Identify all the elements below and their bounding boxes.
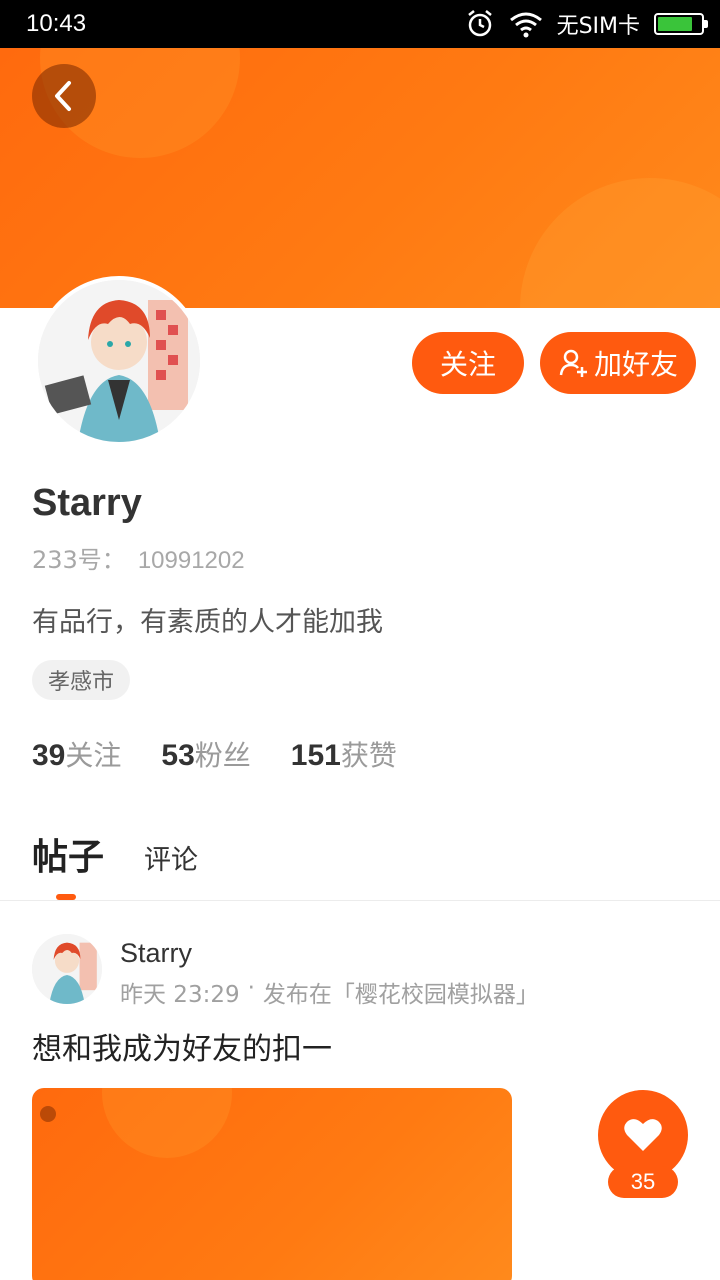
tab-posts[interactable]: 帖子: [32, 828, 105, 900]
post-image[interactable]: [32, 1088, 512, 1280]
tab-posts-label: 帖子: [32, 837, 105, 878]
add-user-icon: [559, 349, 587, 377]
heart-icon: [624, 1119, 662, 1151]
status-icons: 无SIM卡: [465, 8, 708, 40]
location-tag: 孝感市: [32, 660, 131, 700]
avatar[interactable]: [34, 276, 204, 446]
avatar-illustration: [38, 280, 200, 442]
post-text[interactable]: 想和我成为好友的扣一: [32, 1024, 332, 1068]
stat-fans[interactable]: 53 粉丝: [161, 734, 250, 774]
wifi-icon: [509, 12, 542, 38]
avatar-illustration: [32, 934, 102, 1004]
post-author-avatar[interactable]: [32, 934, 102, 1004]
add-friend-label: 加好友: [593, 348, 678, 381]
stat-following[interactable]: 39 关注: [32, 734, 121, 774]
battery-icon: [654, 13, 708, 35]
stat-number: 53: [161, 739, 195, 772]
stat-number: 39: [32, 739, 66, 772]
status-bar: 10:43 无SIM卡: [0, 0, 720, 48]
meta-separator: ·: [247, 975, 255, 1001]
post-community[interactable]: 发布在「樱花校园模拟器」: [263, 975, 539, 1009]
stat-number: 151: [290, 739, 341, 772]
stat-likes: 151 获赞: [291, 734, 397, 774]
chevron-left-icon: [55, 81, 71, 111]
profile-name: Starry: [32, 482, 142, 524]
follow-button[interactable]: 关注: [412, 332, 524, 394]
stat-label: 粉丝: [194, 739, 251, 772]
divider: [0, 900, 720, 901]
profile-banner: [0, 48, 720, 308]
stat-label: 关注: [65, 739, 122, 772]
user-id-value: 10991202: [137, 547, 245, 574]
user-id-label: 233号：: [32, 546, 126, 574]
like-count: 35: [608, 1166, 678, 1198]
back-button[interactable]: [32, 64, 96, 128]
profile-tabs: 帖子 评论: [32, 828, 198, 900]
post-meta: 昨天 23:29 · 发布在「樱花校园模拟器」: [120, 975, 539, 1009]
add-friend-button[interactable]: 加好友: [540, 332, 696, 394]
post-author-name[interactable]: Starry: [120, 938, 192, 969]
user-id: 233号： 10991202: [32, 540, 245, 575]
stat-label: 获赞: [340, 739, 397, 772]
carrier-text: 无SIM卡: [556, 14, 640, 39]
follow-button-label: 关注: [439, 348, 496, 381]
tab-comments[interactable]: 评论: [144, 838, 198, 877]
profile-bio: 有品行，有素质的人才能加我: [32, 607, 383, 638]
alarm-icon: [467, 10, 492, 37]
profile-stats: 39 关注 53 粉丝 151 获赞: [32, 734, 397, 774]
image-back-icon: [40, 1106, 56, 1122]
status-time: 10:43: [26, 10, 87, 37]
post-time: 昨天 23:29: [120, 982, 240, 1008]
